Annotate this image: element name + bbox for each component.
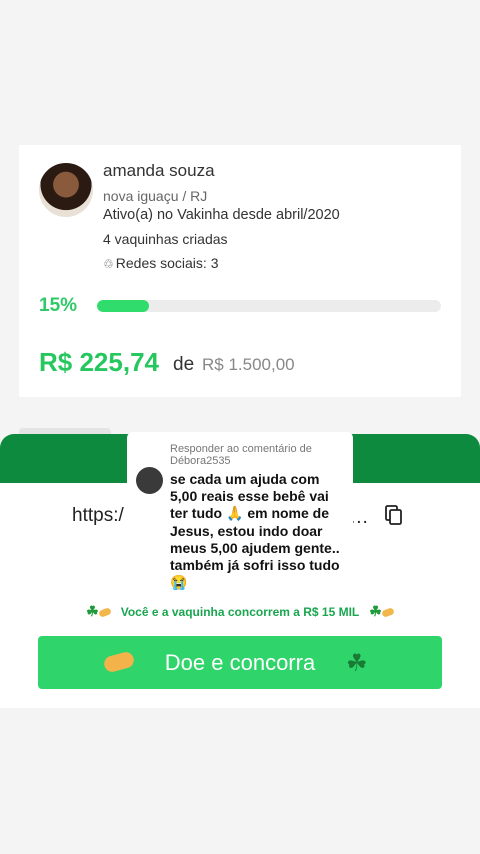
creator-location: nova iguaçu / RJ (103, 188, 208, 204)
comment-text: se cada um ajuda com 5,00 reais esse beb… (170, 471, 340, 591)
promo-text: Você e a vaquinha concorrem a R$ 15 MIL (120, 605, 360, 619)
active-since: Ativo(a) no Vakinha desde abril/2020 (103, 207, 340, 223)
creator-card: amanda souza nova iguaçu / RJ Ativo(a) n… (19, 145, 461, 397)
bottom-blank-area (0, 708, 480, 854)
clover-icon: ☘ (86, 603, 99, 619)
comment-reply-overlay[interactable]: Responder ao comentário de Débora2535 se… (127, 432, 353, 607)
progress-bar-fill (97, 300, 149, 312)
copy-icon[interactable] (385, 505, 403, 525)
goal-amount: R$ 1.500,00 (202, 355, 295, 374)
recycle-icon: ♲ (103, 257, 114, 271)
coin-icon (381, 607, 395, 618)
share-url[interactable]: https:/ (72, 505, 124, 527)
created-count: 4 vaquinhas criadas (103, 231, 228, 247)
coin-icon (102, 650, 136, 674)
top-blank-area (0, 0, 480, 145)
creator-name[interactable]: amanda souza (103, 161, 215, 181)
progress-percent: 15% (39, 295, 78, 316)
clover-icon: ☘ (369, 603, 382, 619)
social-networks[interactable]: ♲ Redes sociais: 3 (103, 255, 218, 271)
clover-icon: ☘ (346, 650, 368, 677)
progress-bar (97, 300, 441, 312)
reply-to-label: Responder ao comentário de Débora2535 (170, 443, 312, 467)
of-label: de (173, 354, 195, 375)
social-networks-label: Redes sociais: 3 (115, 255, 219, 271)
donate-button[interactable]: Doe e concorra ☘ (38, 636, 442, 689)
avatar[interactable] (39, 163, 93, 217)
commenter-avatar (136, 467, 163, 494)
donate-button-label: Doe e concorra (164, 649, 316, 675)
coin-icon (97, 607, 112, 618)
raised-amount: R$ 225,74 (39, 347, 159, 377)
